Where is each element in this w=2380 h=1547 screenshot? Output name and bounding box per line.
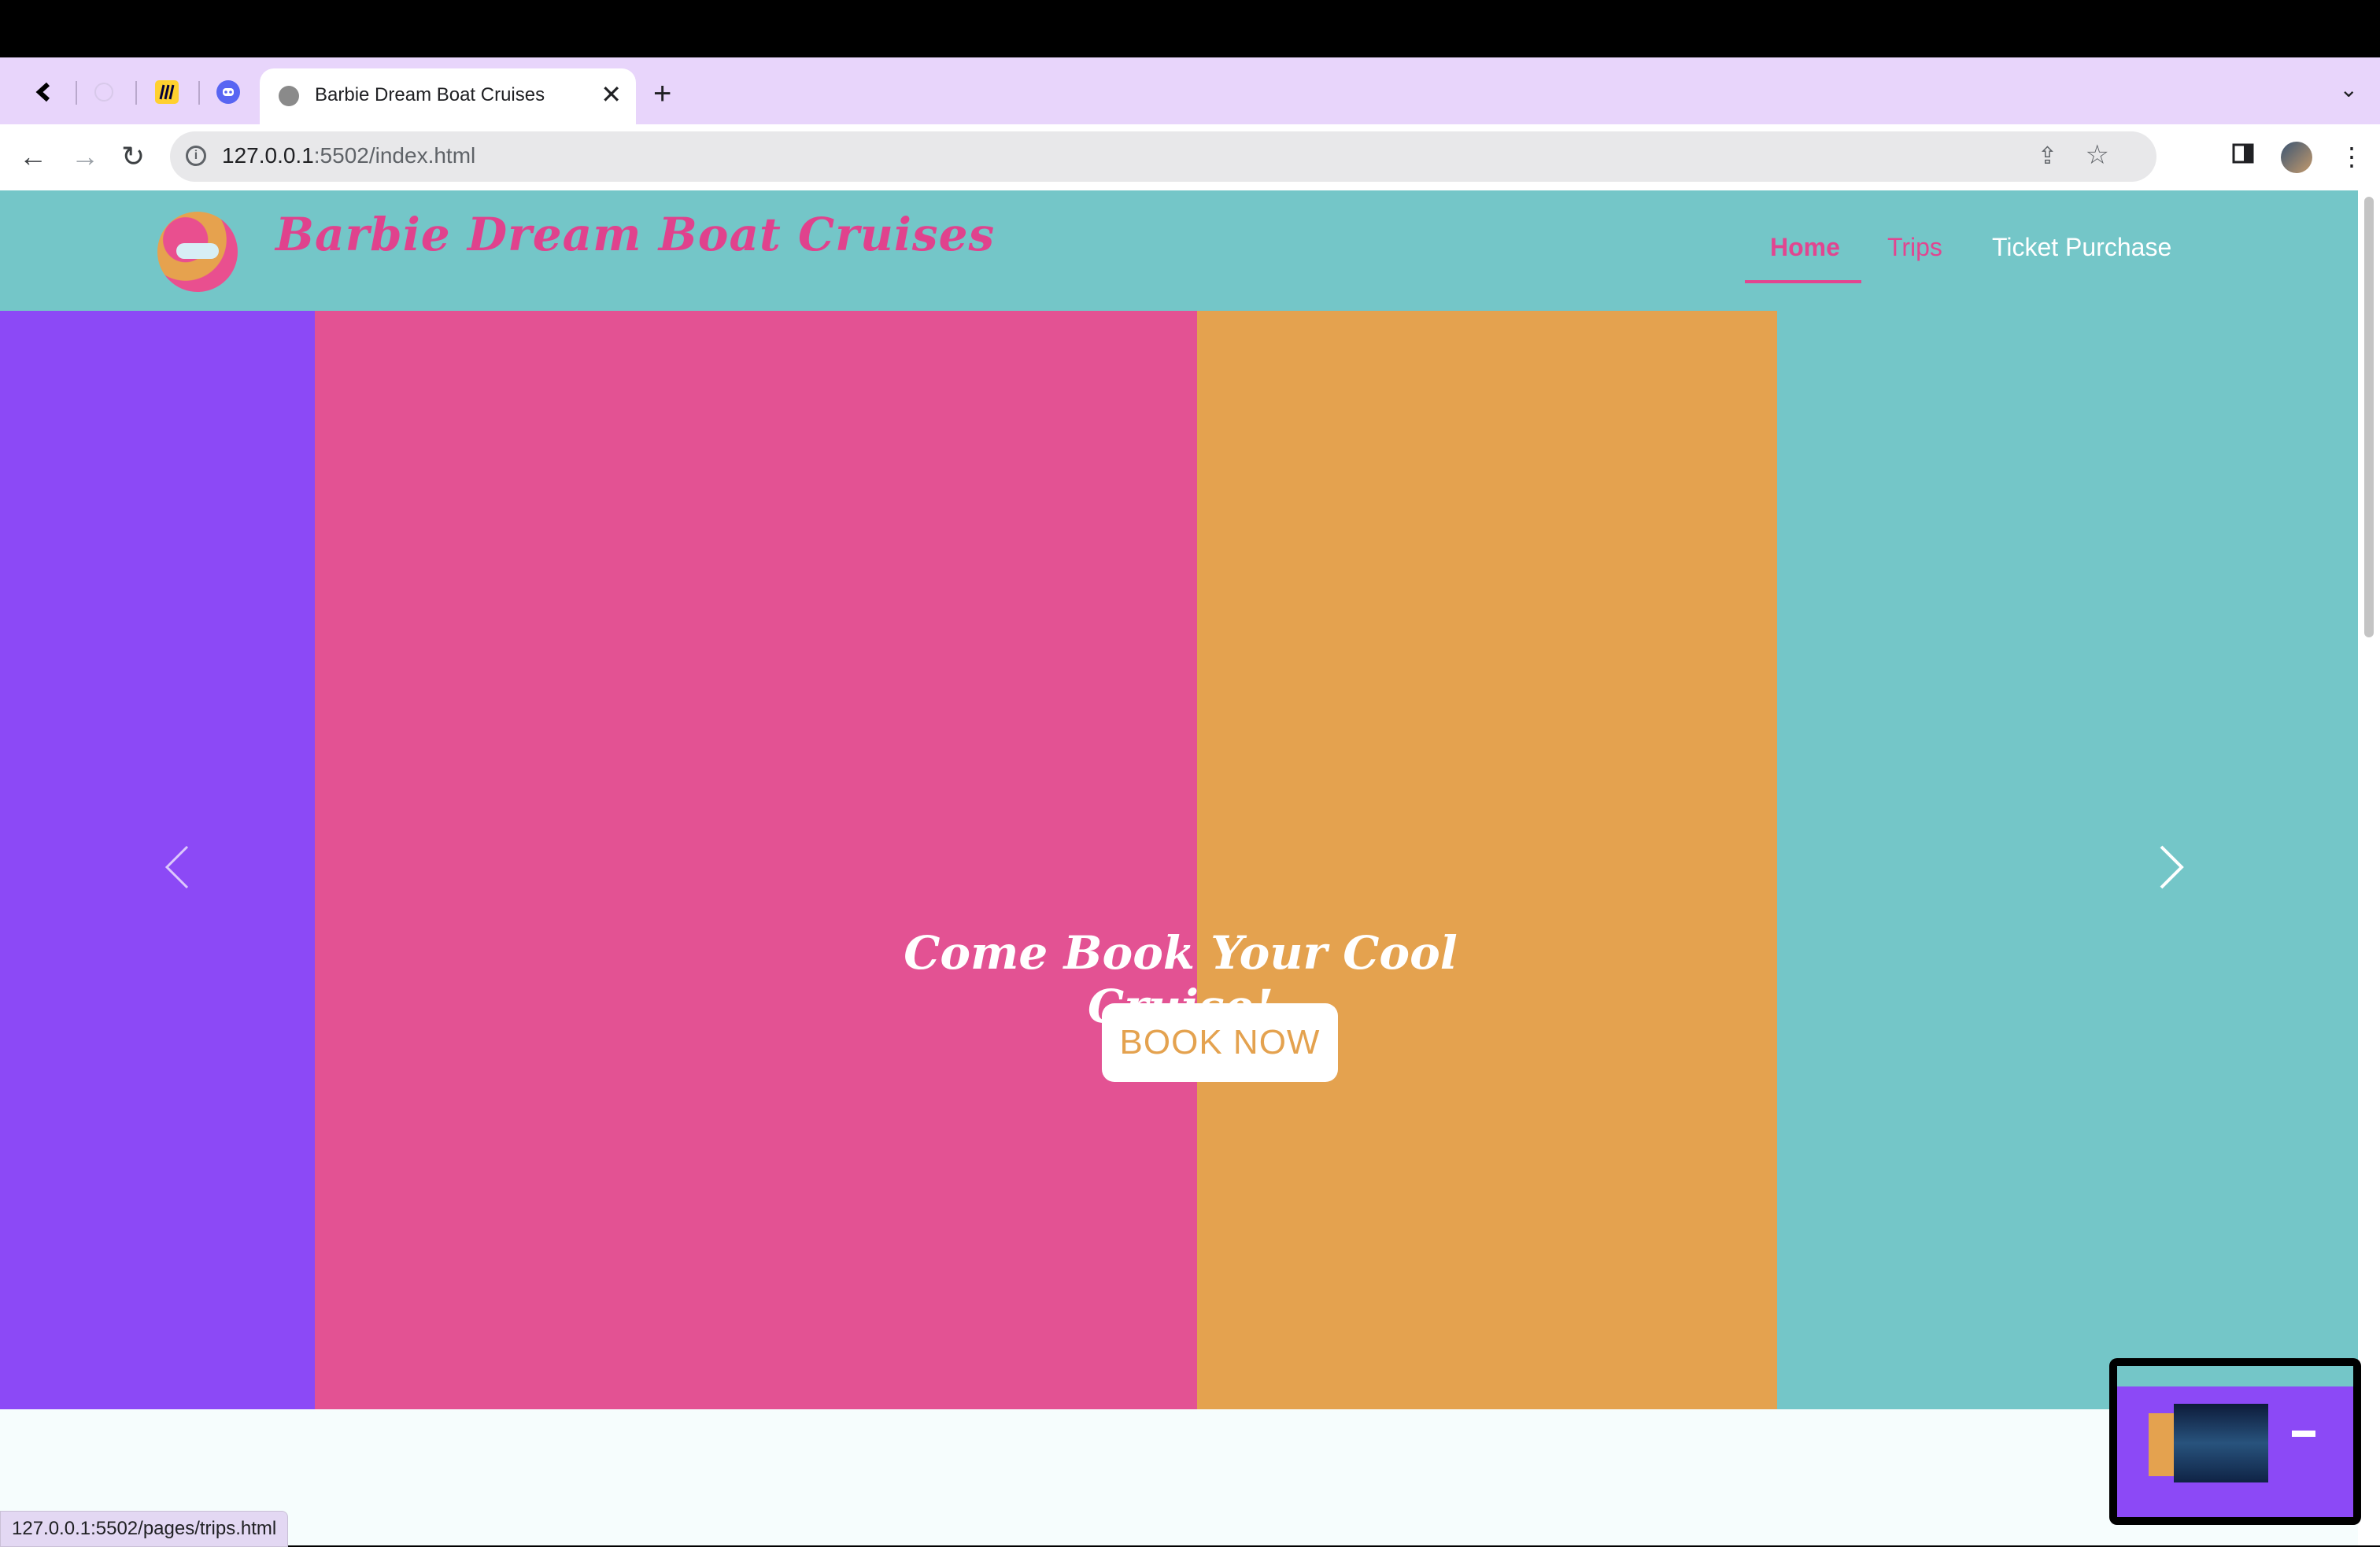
tab-separator [76,81,77,105]
reload-button[interactable]: ↻ [121,140,145,173]
site-header: Barbie Dream Boat Cruises Home Trips Tic… [0,190,2358,311]
tab-title: Barbie Dream Boat Cruises [315,84,545,105]
tab-separator [198,81,200,105]
brand-title[interactable]: Barbie Dream Boat Cruises [275,208,995,261]
new-tab-button[interactable]: + [653,76,671,112]
nav-trips[interactable]: Trips [1887,233,1942,262]
more-menu-icon[interactable]: ⋮ [2339,142,2364,172]
hero-carousel: Come Book Your Cool Cruise! BOOK NOW [0,311,2358,1409]
address-bar[interactable]: i 127.0.0.1:5502/index.html ⇪ ☆ [170,131,2156,182]
miro-tab-icon[interactable] [150,75,184,109]
close-icon[interactable]: ✕ [601,79,622,109]
color-band-pink [315,311,1197,1409]
back-button[interactable]: ← [19,140,47,173]
link-status-bar: 127.0.0.1:5502/pages/trips.html [0,1511,289,1547]
picture-in-picture-preview[interactable] [2109,1358,2361,1525]
nav-ticket-purchase[interactable]: Ticket Purchase [1992,233,2171,262]
bookmark-star-icon[interactable]: ☆ [2086,139,2109,171]
discord-tab-icon[interactable] [211,75,246,109]
blank-tab-icon[interactable] [87,75,121,109]
forward-button[interactable]: → [71,140,99,173]
info-icon[interactable]: i [186,146,206,166]
browser-toolbar: ← → ↻ i 127.0.0.1:5502/index.html ⇪ ☆ ⋮ [0,124,2380,190]
share-icon[interactable]: ⇪ [2038,142,2057,170]
carousel-next-icon[interactable] [2158,840,2186,904]
active-nav-underline [1745,280,1861,283]
color-band-purple [0,311,315,1409]
page-viewport: Barbie Dream Boat Cruises Home Trips Tic… [0,190,2358,1545]
side-panel-icon[interactable] [2232,142,2254,171]
avatar[interactable] [2281,142,2312,173]
color-band-orange [1197,311,1777,1409]
url-host: 127.0.0.1 [222,143,314,168]
tab-strip: Barbie Dream Boat Cruises ✕ + ⌄ [0,57,2380,124]
tab-active[interactable]: Barbie Dream Boat Cruises ✕ [260,68,636,124]
carousel-prev-icon[interactable] [162,840,190,904]
chevron-down-icon[interactable]: ⌄ [2340,76,2358,102]
back-arrow-tab-icon[interactable] [27,75,61,109]
tab-separator [135,81,137,105]
url-path: :5502/index.html [313,143,476,168]
page-scrollbar[interactable] [2358,190,2380,1545]
scrollbar-thumb[interactable] [2364,197,2374,637]
nav-home[interactable]: Home [1770,233,1840,262]
globe-icon [279,86,299,106]
logo[interactable] [157,212,238,292]
os-menu-bar [0,0,2380,57]
book-now-button[interactable]: BOOK NOW [1102,1003,1338,1082]
color-band-teal [1777,311,2358,1409]
